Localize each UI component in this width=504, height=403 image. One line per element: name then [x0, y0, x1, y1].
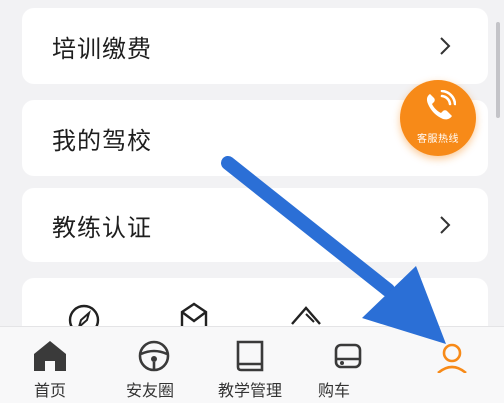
- scrollbar[interactable]: [496, 22, 500, 118]
- menu-item-label: 我的驾校: [52, 126, 152, 155]
- home-icon: [34, 341, 66, 371]
- tab-label: 教学管理: [218, 381, 283, 400]
- profile-icon: [437, 343, 467, 373]
- tab-home[interactable]: 首页: [22, 327, 84, 403]
- steering-wheel-icon: [138, 340, 170, 372]
- menu-item-coach-certification[interactable]: 教练认证: [22, 188, 488, 262]
- tab-label: 购车: [318, 381, 351, 400]
- chevron-right-icon: [440, 37, 451, 55]
- menu-item-label: 教练认证: [52, 213, 152, 242]
- bottom-tab-bar: 首页 安友圈 教学管理 购车: [0, 326, 504, 403]
- customer-service-hotline-button[interactable]: 客服热线: [400, 80, 476, 156]
- hotline-label: 客服热线: [417, 134, 459, 145]
- menu-item-training-payment[interactable]: 培训缴费: [22, 8, 488, 84]
- tab-label: 首页: [34, 381, 67, 400]
- tab-teaching-management[interactable]: 教学管理: [214, 327, 290, 403]
- chevron-right-icon: [440, 216, 451, 234]
- menu-item-label: 培训缴费: [52, 34, 152, 63]
- phone-icon: [426, 90, 456, 120]
- tab-anyouquan[interactable]: 安友圈: [120, 327, 192, 403]
- tab-buy-car[interactable]: 购车: [318, 327, 378, 403]
- car-icon: [334, 343, 362, 369]
- tab-label: 安友圈: [126, 381, 175, 400]
- tab-profile[interactable]: [420, 327, 484, 403]
- book-icon: [236, 340, 264, 372]
